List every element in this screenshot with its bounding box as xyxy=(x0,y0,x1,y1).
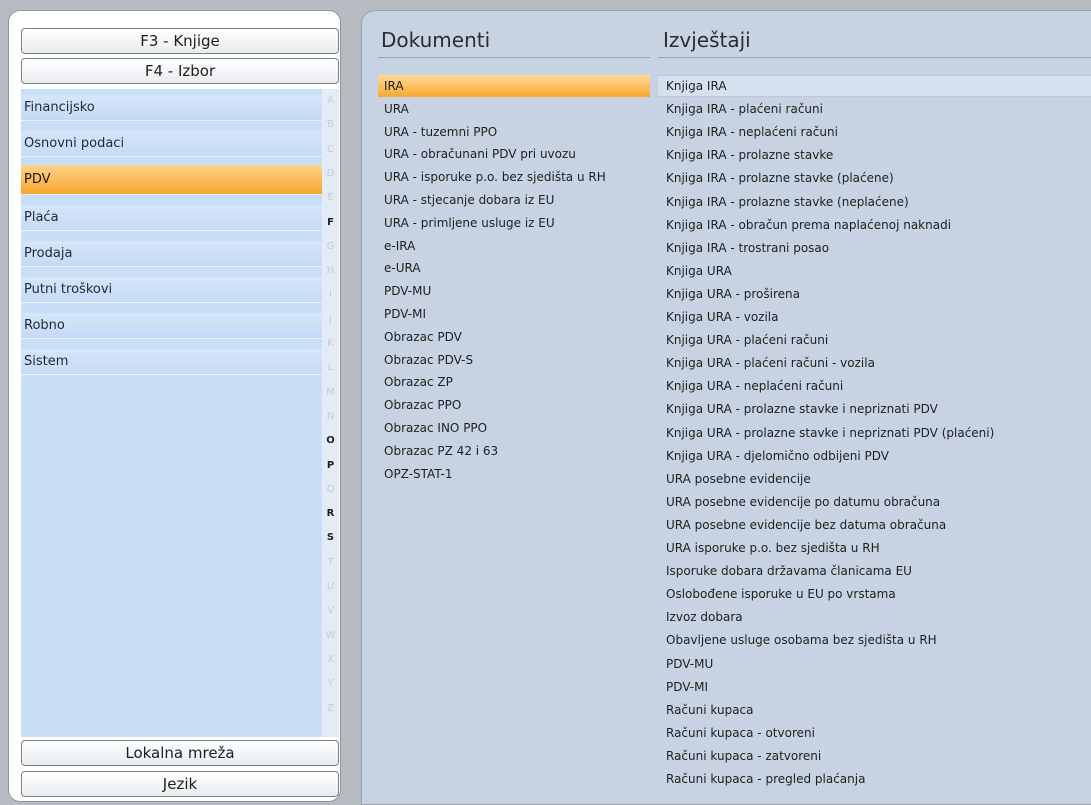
document-item[interactable]: Obrazac PPO xyxy=(378,394,650,416)
alphabet-letter[interactable]: G xyxy=(322,241,339,252)
alphabet-letter[interactable]: F xyxy=(322,217,339,228)
alphabet-letter[interactable]: Z xyxy=(322,703,339,714)
alphabet-letter[interactable]: U xyxy=(322,581,339,592)
module-item[interactable]: Financijsko xyxy=(21,95,322,121)
document-item[interactable]: URA - isporuke p.o. bez sjedišta u RH xyxy=(378,166,650,188)
document-item[interactable]: URA - obračunani PDV pri uvozu xyxy=(378,143,650,165)
report-item[interactable]: URA posebne evidencije bez datuma obraču… xyxy=(658,514,1091,536)
report-item[interactable]: URA posebne evidencije xyxy=(658,468,1091,490)
module-item[interactable]: PDV xyxy=(21,165,322,195)
document-item[interactable]: IRA xyxy=(378,75,650,97)
alphabet-letter[interactable]: S xyxy=(322,532,339,543)
document-item[interactable]: Obrazac PZ 42 i 63 xyxy=(378,440,650,462)
report-item[interactable]: Knjiga URA - vozila xyxy=(658,306,1091,328)
local-network-button[interactable]: Lokalna mreža xyxy=(21,740,339,766)
report-item[interactable]: Knjiga IRA - prolazne stavke (plaćene) xyxy=(658,167,1091,189)
document-item[interactable]: OPZ-STAT-1 xyxy=(378,463,650,485)
report-item[interactable]: Izvoz dobara xyxy=(658,606,1091,628)
alphabet-letter[interactable]: W xyxy=(322,630,339,641)
alphabet-letter[interactable]: L xyxy=(322,362,339,373)
document-item[interactable]: PDV-MI xyxy=(378,303,650,325)
alphabet-letter[interactable]: A xyxy=(322,95,339,106)
alphabet-letter[interactable]: C xyxy=(322,144,339,155)
alphabet-letter[interactable]: H xyxy=(322,265,339,276)
report-item[interactable]: Računi kupaca xyxy=(658,699,1091,721)
report-item[interactable]: Knjiga URA - prolazne stavke i nepriznat… xyxy=(658,422,1091,444)
module-item[interactable]: Putni troškovi xyxy=(21,277,322,303)
document-item[interactable]: Obrazac PDV xyxy=(378,326,650,348)
alphabet-letter[interactable]: P xyxy=(322,460,339,471)
report-item[interactable]: Knjiga IRA xyxy=(658,75,1091,97)
content-panel: Dokumenti Izvještaji IRA URA URA - tuzemni… xyxy=(361,10,1091,805)
report-item[interactable]: Računi kupaca - zatvoreni xyxy=(658,745,1091,767)
document-item[interactable]: Obrazac INO PPO xyxy=(378,417,650,439)
module-item[interactable]: Osnovni podaci xyxy=(21,131,322,157)
alphabet-letter[interactable]: D xyxy=(322,168,339,179)
module-list: Financijsko Osnovni podaci PDV Plaća Prodaja… xyxy=(21,89,322,737)
alphabet-letter[interactable]: M xyxy=(322,387,339,398)
report-item[interactable]: Knjiga URA - neplaćeni računi xyxy=(658,375,1091,397)
module-item[interactable]: Robno xyxy=(21,313,322,339)
report-item[interactable]: Obavljene usluge osobama bez sjedišta u … xyxy=(658,629,1091,651)
report-item[interactable]: Knjiga URA - prolazne stavke i nepriznat… xyxy=(658,398,1091,420)
reports-header: Izvještaji xyxy=(663,28,751,52)
report-item[interactable]: Knjiga URA xyxy=(658,260,1091,282)
alphabet-index: A B C D E F G H I J K L M N O P Q R S T U V W X Y Z xyxy=(322,89,339,737)
alphabet-letter[interactable]: K xyxy=(322,338,339,349)
report-item[interactable]: Knjiga IRA - trostrani posao xyxy=(658,237,1091,259)
alphabet-letter[interactable]: Q xyxy=(322,484,339,495)
alphabet-letter[interactable]: O xyxy=(322,435,339,446)
document-item[interactable]: URA xyxy=(378,98,650,120)
f3-books-button[interactable]: F3 - Knjige xyxy=(21,28,339,54)
report-item[interactable]: Knjiga IRA - obračun prema naplaćenoj na… xyxy=(658,214,1091,236)
report-item[interactable]: Knjiga URA - plaćeni računi - vozila xyxy=(658,352,1091,374)
documents-header-divider xyxy=(378,57,650,58)
report-item[interactable]: Oslobođene isporuke u EU po vrstama xyxy=(658,583,1091,605)
document-item[interactable]: e-URA xyxy=(378,257,650,279)
report-item[interactable]: Knjiga URA - djelomično odbijeni PDV xyxy=(658,445,1091,467)
report-item[interactable]: Računi kupaca - pregled plaćanja xyxy=(658,768,1091,790)
alphabet-letter[interactable]: E xyxy=(322,192,339,203)
report-item[interactable]: Knjiga IRA - prolazne stavke xyxy=(658,144,1091,166)
alphabet-letter[interactable]: R xyxy=(322,508,339,519)
report-item[interactable]: PDV-MI xyxy=(658,676,1091,698)
report-item[interactable]: URA isporuke p.o. bez sjedišta u RH xyxy=(658,537,1091,559)
document-item[interactable]: Obrazac ZP xyxy=(378,371,650,393)
document-item[interactable]: URA - primljene usluge iz EU xyxy=(378,212,650,234)
report-item[interactable]: Knjiga IRA - prolazne stavke (neplaćene) xyxy=(658,191,1091,213)
alphabet-letter[interactable]: V xyxy=(322,605,339,616)
alphabet-letter[interactable]: N xyxy=(322,411,339,422)
report-item[interactable]: Isporuke dobara državama članicama EU xyxy=(658,560,1091,582)
document-item[interactable]: PDV-MU xyxy=(378,280,650,302)
navigation-panel: F3 - Knjige F4 - Izbor Financijsko Osnovn… xyxy=(8,10,341,802)
document-item[interactable]: Obrazac PDV-S xyxy=(378,349,650,371)
alphabet-letter[interactable]: B xyxy=(322,119,339,130)
module-item[interactable]: Sistem xyxy=(21,349,322,375)
report-item[interactable]: Knjiga IRA - neplaćeni računi xyxy=(658,121,1091,143)
alphabet-letter[interactable]: X xyxy=(322,654,339,665)
report-item[interactable]: Knjiga URA - proširena xyxy=(658,283,1091,305)
alphabet-letter[interactable]: Y xyxy=(322,678,339,689)
report-item[interactable]: Računi kupaca - otvoreni xyxy=(658,722,1091,744)
module-item[interactable]: Plaća xyxy=(21,205,322,231)
report-item[interactable]: URA posebne evidencije po datumu obračun… xyxy=(658,491,1091,513)
alphabet-letter[interactable]: J xyxy=(322,314,339,325)
alphabet-letter[interactable]: I xyxy=(322,289,339,300)
f4-selection-button[interactable]: F4 - Izbor xyxy=(21,58,339,84)
document-item[interactable]: URA - stjecanje dobara iz EU xyxy=(378,189,650,211)
documents-header: Dokumenti xyxy=(381,28,491,52)
language-button[interactable]: Jezik xyxy=(21,771,339,797)
report-item[interactable]: Knjiga URA - plaćeni računi xyxy=(658,329,1091,351)
document-item[interactable]: e-IRA xyxy=(378,235,650,257)
reports-header-divider xyxy=(658,57,1091,58)
module-item[interactable]: Prodaja xyxy=(21,241,322,267)
report-item[interactable]: PDV-MU xyxy=(658,653,1091,675)
alphabet-letter[interactable]: T xyxy=(322,557,339,568)
document-item[interactable]: URA - tuzemni PPO xyxy=(378,121,650,143)
report-item[interactable]: Knjiga IRA - plaćeni računi xyxy=(658,98,1091,120)
